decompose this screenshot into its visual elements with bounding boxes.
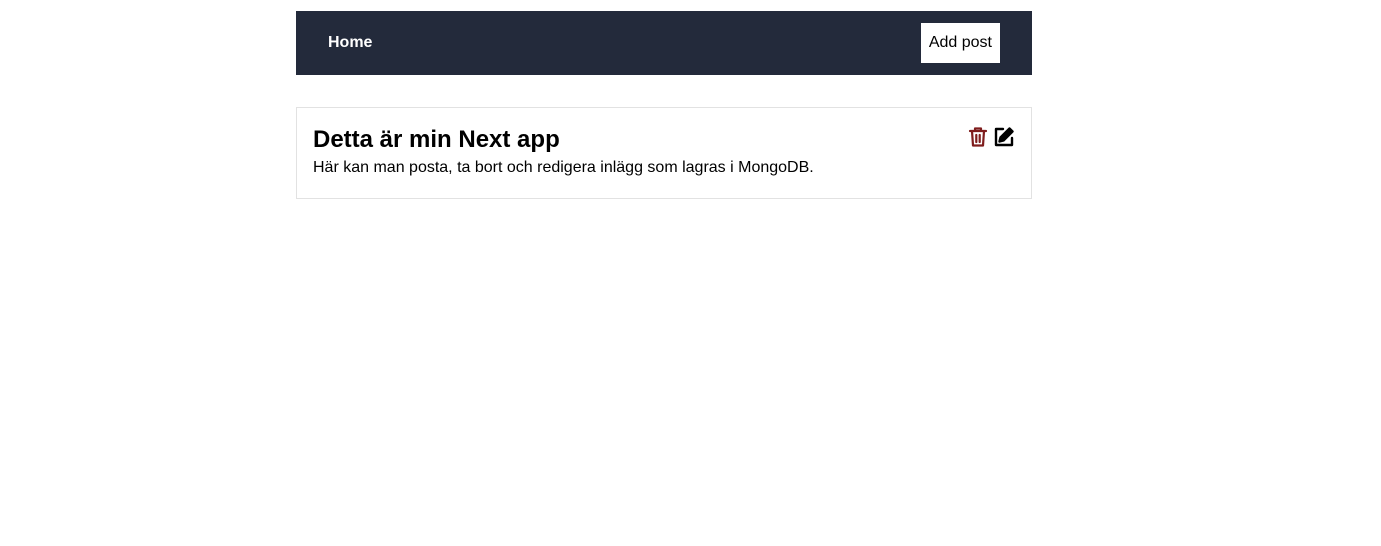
post-body: Detta är min Next app Här kan man posta,…	[313, 124, 814, 180]
home-link[interactable]: Home	[328, 34, 372, 52]
navbar: Home Add post	[296, 11, 1032, 75]
trash-icon	[968, 126, 988, 148]
delete-post-button[interactable]	[967, 126, 989, 148]
add-post-button[interactable]: Add post	[920, 23, 1000, 63]
edit-icon	[993, 126, 1015, 148]
post-actions	[967, 124, 1015, 148]
post-card: Detta är min Next app Här kan man posta,…	[296, 107, 1032, 199]
post-description: Här kan man posta, ta bort och redigera …	[313, 159, 814, 176]
page-container: Home Add post Detta är min Next app Här …	[296, 11, 1032, 199]
edit-post-button[interactable]	[993, 126, 1015, 148]
post-title: Detta är min Next app	[313, 126, 560, 153]
